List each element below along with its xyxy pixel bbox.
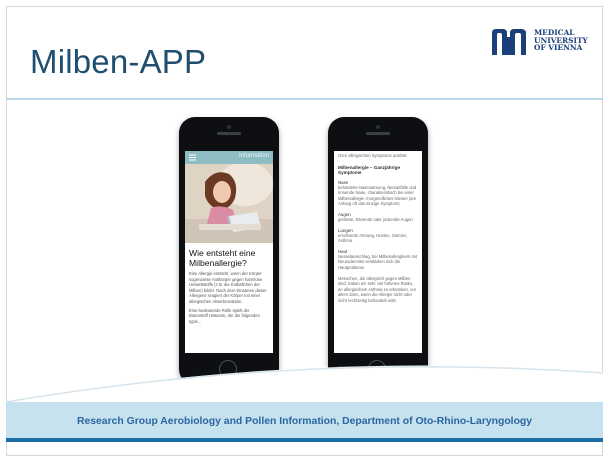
slide-title: Milben-APP [30, 43, 207, 80]
phone-camera [227, 125, 231, 129]
logo-mark-icon [492, 29, 526, 55]
screen-top-text: chen allergischen Symptome auslöst. [338, 153, 408, 158]
section-text-nase: behinderte Nasenatmung, Niesanfälle und … [338, 184, 417, 207]
footer-text: Research Group Aerobiology and Pollen In… [76, 416, 533, 427]
title-divider [6, 98, 603, 100]
closing-paragraph: Menschen, die allergisch gegen Milben si… [338, 275, 416, 303]
phone-right: chen allergischen Symptome auslöst. Milb… [328, 117, 428, 385]
girl-with-laptop-photo [185, 164, 273, 243]
footer-line [6, 438, 603, 442]
app-bar: Information [185, 151, 273, 164]
screen-heading: Wie entsteht eine Milbenallergie? [189, 248, 256, 268]
logo-text: MEDICAL UNIVERSITY OF VIENNA [534, 28, 588, 53]
app-bar-title: Information [238, 153, 269, 159]
screen-paragraph-1: Eine Allergie entsteht, wenn der Körper … [189, 271, 267, 304]
home-button[interactable] [368, 360, 386, 378]
slide: Milben-APP MEDICAL UNIVERSITY OF VIENNA … [0, 0, 609, 462]
section-text-haut: Nesselausschlag, bei Milbenallergikern m… [338, 253, 418, 270]
phone-right-screen: chen allergischen Symptome auslöst. Milb… [334, 151, 422, 353]
section-text-lungen: erschwerte Atmung, Husten, Giemen, Asthm… [338, 232, 408, 244]
screen-paragraph-2: Eine bedeutende Rolle spielt der Botenst… [189, 307, 260, 324]
phone-left-screen: Information Wie entsteht eine Milbenalle… [185, 151, 273, 353]
university-logo: MEDICAL UNIVERSITY OF VIENNA [490, 23, 600, 59]
screen-heading: Milbenallergie – Ganzjährige Symptome [338, 164, 401, 175]
phone-speaker [366, 132, 390, 135]
section-text-augen: gerötete, tränende oder juckende Augen [338, 216, 413, 222]
phone-speaker [217, 132, 241, 135]
phone-left: Information Wie entsteht eine Milbenalle… [179, 117, 279, 385]
hamburger-menu-icon[interactable] [189, 154, 196, 161]
home-button[interactable] [219, 360, 237, 378]
photo-illustration [185, 164, 273, 243]
phone-camera [376, 125, 380, 129]
